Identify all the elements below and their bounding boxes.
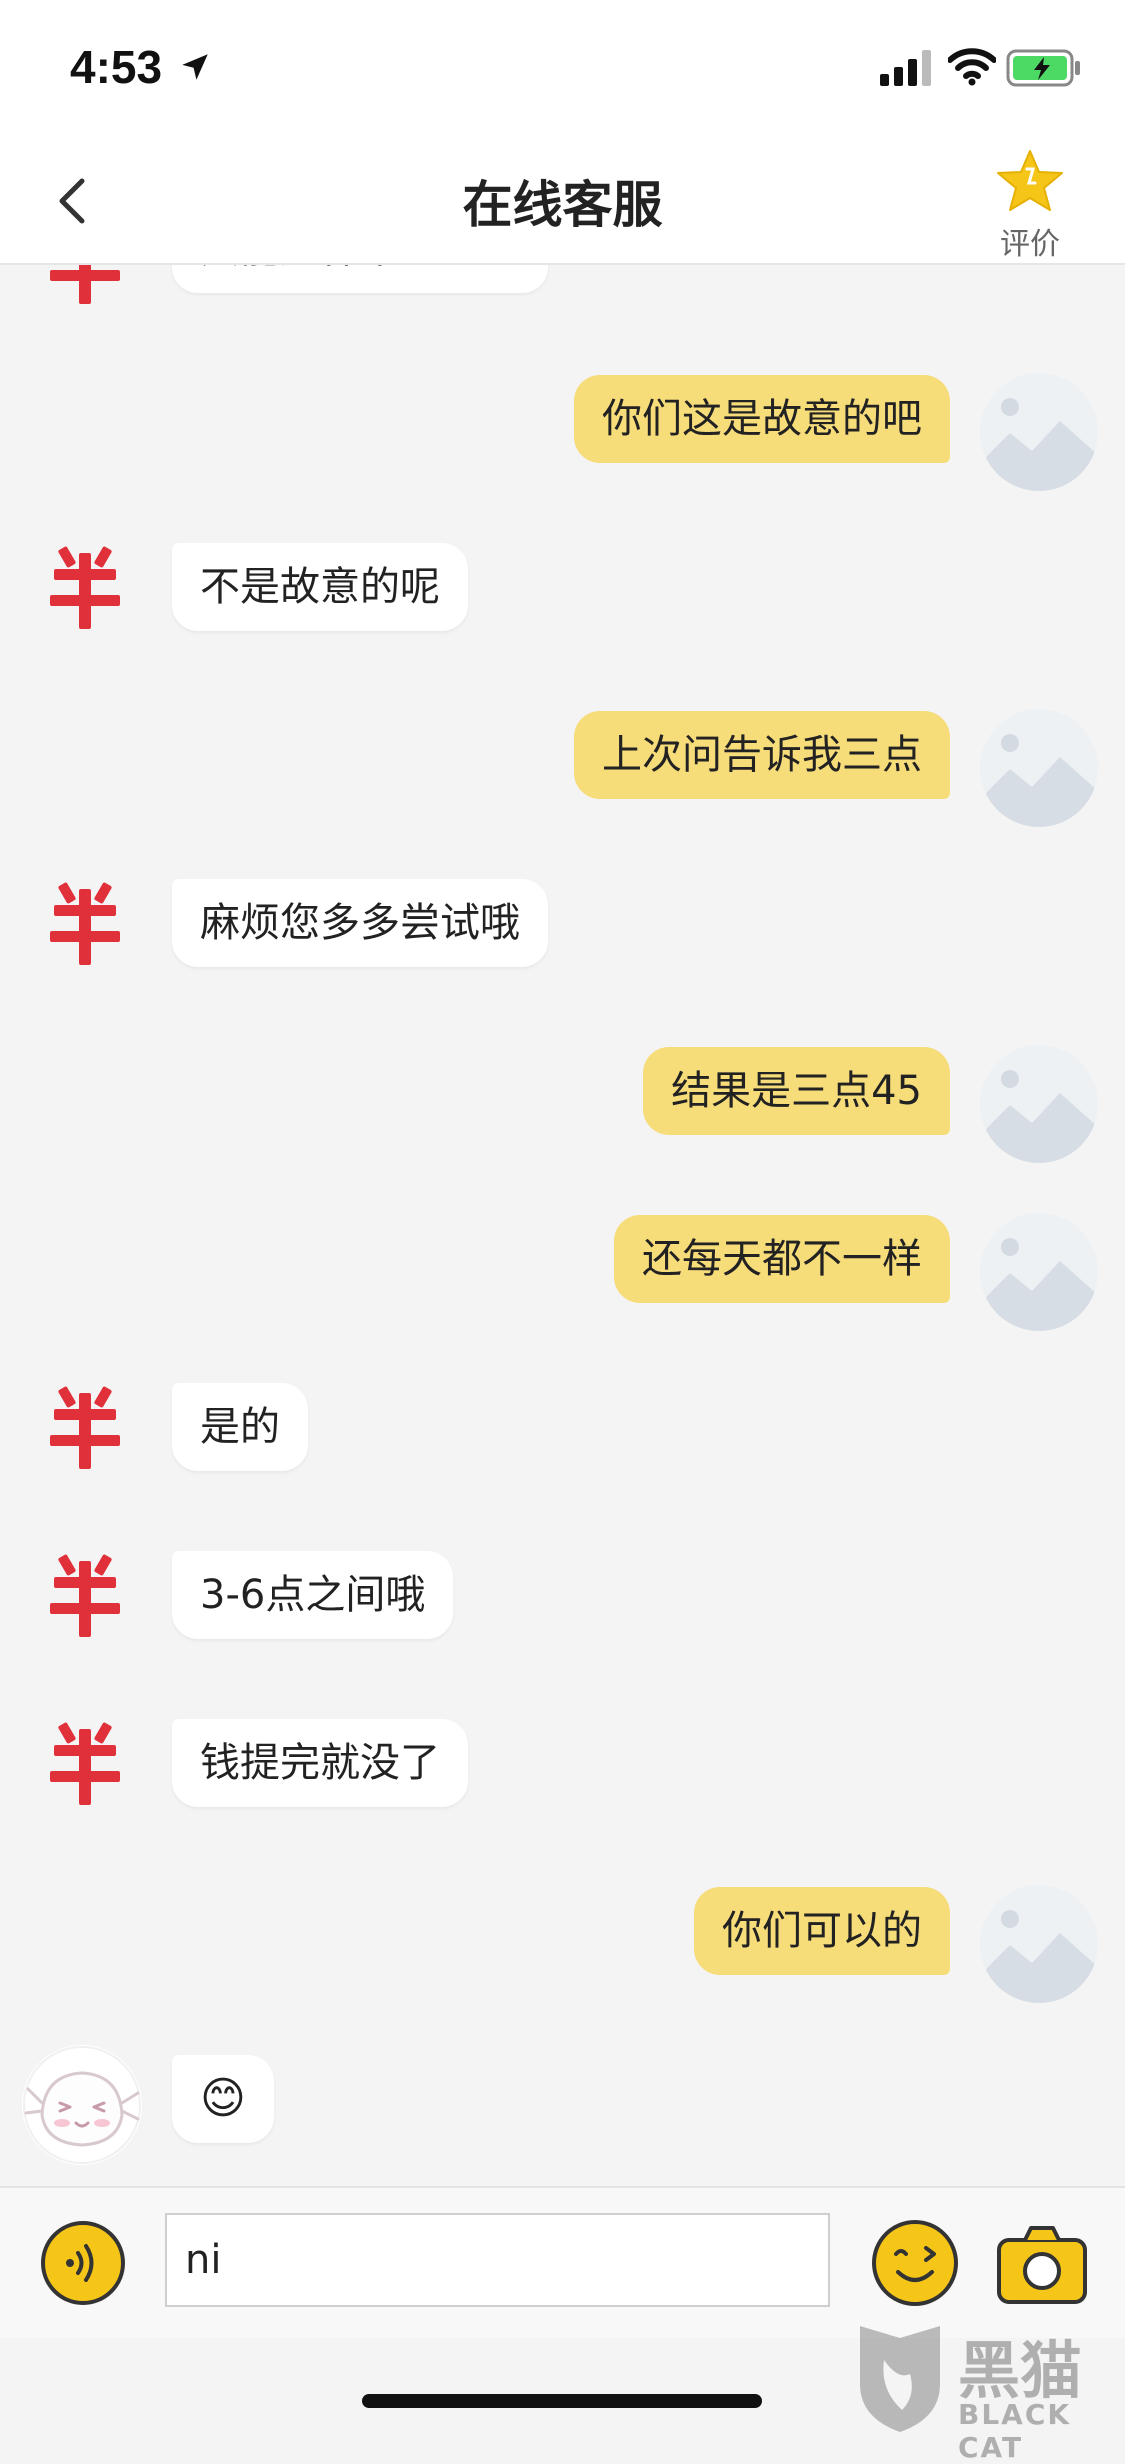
agent-message-bubble: 3-6点之间哦 <box>172 1551 454 1639</box>
battery-charging-icon <box>1006 49 1080 87</box>
image-placeholder-icon <box>980 1045 1098 1163</box>
agent-avatar-icon <box>50 882 120 965</box>
watermark-text: 黑猫 <box>958 2334 1083 2407</box>
agent-avatar-icon <box>50 1554 120 1637</box>
location-arrow-icon <box>182 54 208 80</box>
message-input[interactable] <box>165 2213 830 2307</box>
status-time: 4:53 <box>70 41 163 93</box>
user-avatar[interactable] <box>980 1213 1098 1331</box>
input-bar <box>0 2186 1125 2338</box>
watermark-subtext: BLACK CAT <box>958 2398 1072 2464</box>
user-avatar[interactable] <box>980 709 1098 827</box>
cartoon-cat-icon <box>23 2046 141 2164</box>
rate-label: 评价 <box>1000 227 1060 262</box>
voice-input-button[interactable] <box>40 2220 126 2306</box>
wifi-icon <box>948 48 996 86</box>
rate-button[interactable]: 评价 <box>980 147 1080 262</box>
agent-message-bubble: 是的 <box>172 1383 308 1471</box>
user-message-bubble: 你们这是故意的吧 <box>574 375 950 463</box>
chat-messages[interactable]: 只能这样帮到您的 你们这是故意的吧 不是故意的呢 上次问告诉我三点 <box>0 265 1125 2185</box>
user-message-bubble: 你们可以的 <box>694 1887 950 1975</box>
user-message-bubble: 上次问告诉我三点 <box>574 711 950 799</box>
star-icon <box>997 150 1063 211</box>
agent-avatar-icon <box>50 1386 120 1469</box>
agent-avatar-icon <box>50 1722 120 1805</box>
image-placeholder-icon <box>980 1885 1098 2003</box>
user-message-bubble: 还每天都不一样 <box>614 1215 950 1303</box>
image-placeholder-icon <box>980 709 1098 827</box>
user-message-bubble: 结果是三点45 <box>643 1047 950 1135</box>
camera-button[interactable] <box>995 2222 1089 2306</box>
agent-message-bubble: 麻烦您多多尝试哦 <box>172 879 548 967</box>
agent-message-bubble: 不是故意的呢 <box>172 543 468 631</box>
bot-message-bubble: 😊 <box>172 2055 274 2143</box>
status-bar: 4:53 <box>0 0 1125 135</box>
agent-message-bubble: 钱提完就没了 <box>172 1719 468 1807</box>
user-avatar[interactable] <box>980 1885 1098 2003</box>
emoji-button[interactable] <box>870 2218 960 2308</box>
cell-signal-icon <box>880 50 931 86</box>
nav-bar: 在线客服 评价 <box>0 135 1125 265</box>
bot-avatar <box>22 2045 142 2165</box>
agent-avatar-icon <box>50 265 120 304</box>
image-placeholder-icon <box>980 373 1098 491</box>
page-title: 在线客服 <box>462 176 663 234</box>
home-indicator <box>362 2394 762 2408</box>
user-avatar[interactable] <box>980 1045 1098 1163</box>
agent-message-bubble: 只能这样帮到您的 <box>172 265 548 293</box>
agent-avatar-icon <box>50 546 120 629</box>
image-placeholder-icon <box>980 1213 1098 1331</box>
watermark: 黑猫 BLACK CAT <box>850 2320 1120 2464</box>
black-cat-logo-icon <box>860 2326 940 2432</box>
user-avatar[interactable] <box>980 373 1098 491</box>
